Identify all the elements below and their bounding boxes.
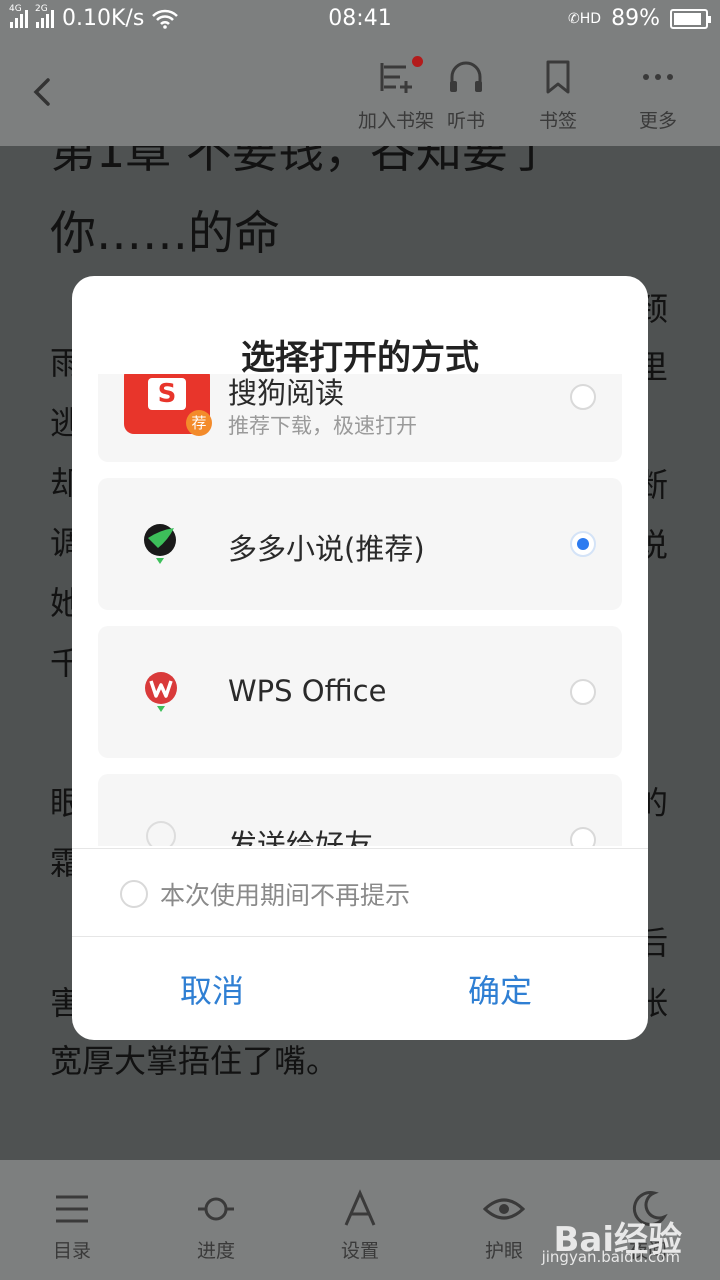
confirm-button[interactable]: 确定 xyxy=(468,966,532,1012)
battery-icon xyxy=(670,8,711,29)
remember-label: 本次使用期间不再提示 xyxy=(160,881,411,910)
option-sogou-reader[interactable]: S 荐 搜狗阅读 推荐下载，极速打开 xyxy=(98,374,622,462)
option-radio-selected[interactable] xyxy=(570,531,596,557)
status-bar: 4G 2G 0.10K/s 08:41 ✆HD 89% xyxy=(0,0,720,38)
back-button[interactable] xyxy=(22,68,62,116)
recommend-badge: 荐 xyxy=(186,410,212,436)
option-name: WPS Office xyxy=(228,674,387,708)
bookmark-icon xyxy=(546,60,570,94)
wps-office-icon xyxy=(145,672,177,712)
font-settings-icon xyxy=(344,1189,376,1226)
duoduo-novel-icon xyxy=(144,524,176,564)
options-list[interactable]: S 荐 搜狗阅读 推荐下载，极速打开 多多小说(推荐) WPS Office 发… xyxy=(72,374,648,846)
toc-button[interactable]: 目录 xyxy=(22,1186,122,1263)
option-name: 多多小说(推荐) xyxy=(228,532,425,566)
divider xyxy=(72,848,648,849)
progress-icon xyxy=(198,1197,234,1221)
bookmark-button[interactable]: 书签 xyxy=(513,54,603,133)
option-name: 搜狗阅读 xyxy=(228,376,345,410)
cancel-button[interactable]: 取消 xyxy=(180,966,244,1012)
option-wps-office[interactable]: WPS Office xyxy=(98,626,622,758)
watermark-url: jingyan.baidu.com xyxy=(541,1248,680,1266)
battery-percent: 89% xyxy=(611,6,660,31)
settings-button[interactable]: 设置 xyxy=(310,1186,410,1263)
more-button[interactable]: 更多 xyxy=(613,54,703,133)
chapter-title: 第1章 不要钱，谷知要了 你……的命 xyxy=(50,146,554,260)
option-subtitle: 推荐下载，极速打开 xyxy=(228,414,417,438)
eye-care-button[interactable]: 护眼 xyxy=(454,1186,554,1263)
dialog-title: 选择打开的方式 xyxy=(241,338,479,378)
option-duoduo-novel[interactable]: 多多小说(推荐) xyxy=(98,478,622,610)
chevron-left-icon xyxy=(33,78,50,106)
option-radio[interactable] xyxy=(570,679,596,705)
menu-icon xyxy=(56,1195,88,1223)
progress-button[interactable]: 进度 xyxy=(166,1186,266,1263)
option-name: 发送给好友 xyxy=(228,828,374,846)
more-icon xyxy=(643,74,673,80)
text-line: 宽厚大掌捂住了嘴。 xyxy=(50,1042,339,1080)
sogou-reader-icon: S 荐 xyxy=(124,374,212,436)
remember-choice-row[interactable]: 本次使用期间不再提示 xyxy=(120,876,410,912)
reader-toolbar: 加入书架 听书 书签 更多 xyxy=(0,38,720,146)
open-with-dialog: 选择打开的方式 S 荐 搜狗阅读 推荐下载，极速打开 多多小说(推荐) WPS … xyxy=(72,276,648,1040)
divider xyxy=(72,936,648,937)
eye-icon xyxy=(483,1198,525,1220)
listen-button[interactable]: 听书 xyxy=(421,54,511,133)
add-shelf-icon xyxy=(380,63,412,93)
hd-call-icon: ✆HD xyxy=(568,10,602,27)
send-friend-icon xyxy=(146,821,176,846)
remember-checkbox[interactable] xyxy=(120,880,148,908)
headphones-icon xyxy=(450,61,482,92)
option-radio[interactable] xyxy=(570,384,596,410)
option-radio[interactable] xyxy=(570,827,596,846)
option-send-to-friend[interactable]: 发送给好友 xyxy=(98,774,622,846)
